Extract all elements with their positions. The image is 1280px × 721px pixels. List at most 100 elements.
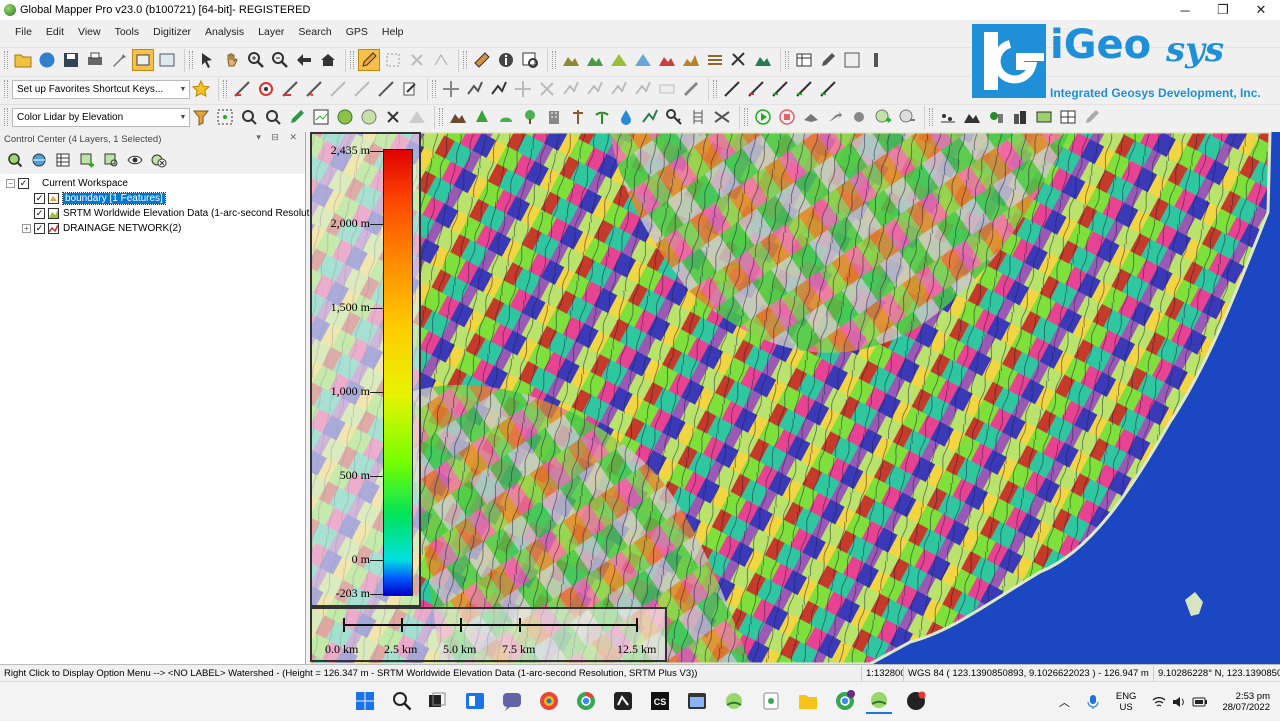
pencil-draw-icon[interactable]	[375, 78, 397, 100]
split-line-icon[interactable]	[488, 78, 510, 100]
panel-controls[interactable]: ▾ ⊟ ✕	[256, 132, 301, 143]
grid-icon[interactable]	[728, 49, 750, 71]
lidar-extract-icon[interactable]	[358, 106, 380, 128]
palm-icon[interactable]	[591, 106, 613, 128]
simplify-icon[interactable]	[584, 78, 606, 100]
menu-edit[interactable]: Edit	[39, 26, 71, 38]
favorite-star-icon[interactable]	[190, 78, 212, 100]
search-icon[interactable]	[389, 688, 415, 714]
lidar-edit-icon[interactable]	[286, 106, 308, 128]
toolbar-grip[interactable]	[4, 108, 8, 126]
menu-tools[interactable]: Tools	[108, 26, 147, 38]
vs-icon[interactable]	[610, 688, 636, 714]
save-icon[interactable]	[60, 49, 82, 71]
pencil-icon[interactable]	[358, 49, 380, 71]
globe-icon[interactable]	[36, 49, 58, 71]
digitize-select-icon[interactable]	[197, 49, 219, 71]
powerline-icon[interactable]	[711, 106, 733, 128]
move-vertex-icon[interactable]	[440, 78, 462, 100]
toolbar-grip[interactable]	[463, 51, 467, 69]
edit-feature-icon[interactable]	[351, 78, 373, 100]
close-layer-icon[interactable]	[148, 149, 170, 171]
toolbar-grip[interactable]	[552, 51, 556, 69]
menu-view[interactable]: View	[71, 26, 108, 38]
collapse-icon[interactable]: −	[6, 179, 15, 188]
line-tool-2-icon[interactable]	[745, 78, 767, 100]
chrome-icon[interactable]	[573, 688, 599, 714]
global-mapper-taskbar-icon[interactable]	[721, 688, 747, 714]
water-drop-icon[interactable]	[615, 106, 637, 128]
toolbar-grip[interactable]	[4, 80, 8, 98]
buffer-icon[interactable]	[608, 78, 630, 100]
noise-icon[interactable]	[639, 106, 661, 128]
create-point-icon[interactable]	[255, 78, 277, 100]
layer-checkbox[interactable]: ✓	[34, 193, 45, 204]
expand-icon[interactable]: +	[22, 224, 31, 233]
key-icon[interactable]	[663, 106, 685, 128]
layer-checkbox[interactable]: ✓	[34, 208, 45, 219]
widgets-icon[interactable]	[462, 688, 488, 714]
measure-line-icon[interactable]	[680, 78, 702, 100]
layer-search-icon[interactable]	[100, 149, 122, 171]
vegetation-icon[interactable]	[471, 106, 493, 128]
cs-app-icon[interactable]: CS	[647, 688, 673, 714]
terrain-icon[interactable]	[560, 49, 582, 71]
brush-icon[interactable]	[1081, 106, 1103, 128]
zoom-layer-icon[interactable]	[4, 149, 26, 171]
filter-icon[interactable]	[190, 106, 212, 128]
microphone-icon[interactable]	[1086, 694, 1100, 710]
toolbar-grip[interactable]	[439, 108, 443, 126]
maximize-button[interactable]: ❐	[1204, 0, 1242, 20]
back-arrow-icon[interactable]	[293, 49, 315, 71]
obs-icon[interactable]	[903, 688, 929, 714]
battery-icon[interactable]	[1192, 696, 1208, 708]
point-3d-icon[interactable]	[937, 106, 959, 128]
calendar-app-icon[interactable]	[684, 688, 710, 714]
ground-icon[interactable]	[447, 106, 469, 128]
lidar-disabled-icon[interactable]	[406, 106, 428, 128]
surface-3d-icon[interactable]	[1033, 106, 1055, 128]
language-indicator[interactable]: ENG US	[1116, 691, 1137, 713]
vertical-icon[interactable]	[865, 49, 887, 71]
workspace-checkbox[interactable]: ✓	[18, 178, 29, 189]
viewshed-icon[interactable]	[632, 49, 654, 71]
start-icon[interactable]	[352, 688, 378, 714]
task-view-icon[interactable]	[424, 688, 450, 714]
layers-icon[interactable]	[132, 49, 154, 71]
tree-icon[interactable]	[519, 106, 541, 128]
menu-gps[interactable]: GPS	[339, 26, 375, 38]
pole-icon[interactable]	[567, 106, 589, 128]
line-tool-1-icon[interactable]	[721, 78, 743, 100]
path-profile-icon[interactable]	[519, 49, 541, 71]
draw-polygon-icon[interactable]	[327, 78, 349, 100]
delete-icon[interactable]	[406, 49, 428, 71]
menu-layer[interactable]: Layer	[251, 26, 291, 38]
file-explorer-icon[interactable]	[795, 688, 821, 714]
shape-edit-icon[interactable]	[399, 78, 421, 100]
rotate-icon[interactable]	[512, 78, 534, 100]
wifi-icon[interactable]	[1152, 696, 1166, 708]
menu-analysis[interactable]: Analysis	[198, 26, 251, 38]
join-icon[interactable]	[632, 78, 654, 100]
toolbar-grip[interactable]	[350, 51, 354, 69]
lidar-select-icon[interactable]	[214, 106, 236, 128]
toolbar-grip[interactable]	[713, 80, 717, 98]
global-mapper-active-icon[interactable]	[866, 688, 892, 714]
add-layer-icon[interactable]	[76, 149, 98, 171]
rail-icon[interactable]	[687, 106, 709, 128]
print-icon[interactable]	[84, 49, 106, 71]
lidar-search-icon[interactable]	[238, 106, 260, 128]
line-tool-4-icon[interactable]	[793, 78, 815, 100]
grid-3d-icon[interactable]	[1057, 106, 1079, 128]
tree-row-srtm[interactable]: ✓ SRTM Worldwide Elevation Data (1-arc-s…	[34, 206, 309, 221]
menu-search[interactable]: Search	[291, 26, 338, 38]
watershed-icon[interactable]	[656, 49, 678, 71]
close-button[interactable]: ✕	[1242, 0, 1280, 20]
toolbar-grip[interactable]	[785, 51, 789, 69]
lidar-classify-icon[interactable]	[310, 106, 332, 128]
menu-file[interactable]: File	[8, 26, 39, 38]
cut-fill-icon[interactable]	[680, 49, 702, 71]
overview-icon[interactable]	[156, 49, 178, 71]
info-icon[interactable]	[495, 49, 517, 71]
building-icon[interactable]	[543, 106, 565, 128]
